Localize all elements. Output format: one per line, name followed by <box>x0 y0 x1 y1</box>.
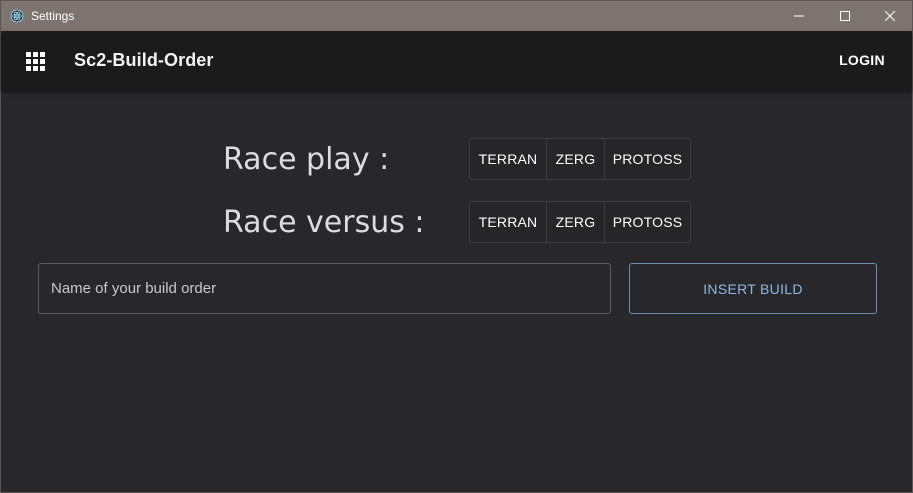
minimize-button[interactable] <box>776 1 822 31</box>
race-versus-zerg-button[interactable]: ZERG <box>547 202 605 242</box>
race-versus-terran-button[interactable]: TERRAN <box>470 202 547 242</box>
window-title: Settings <box>31 9 75 23</box>
close-icon <box>885 11 895 21</box>
race-versus-label: Race versus : <box>223 205 425 240</box>
minimize-icon <box>794 15 804 17</box>
apps-grid-icon[interactable] <box>26 52 45 71</box>
build-name-field <box>38 263 611 314</box>
maximize-icon <box>840 11 850 21</box>
race-versus-toggle-group: TERRAN ZERG PROTOSS <box>469 201 691 243</box>
race-play-label: Race play : <box>223 142 390 177</box>
build-name-input[interactable] <box>39 264 610 313</box>
race-versus-protoss-button[interactable]: PROTOSS <box>605 202 690 242</box>
race-play-zerg-button[interactable]: ZERG <box>547 139 605 179</box>
race-play-protoss-button[interactable]: PROTOSS <box>605 139 690 179</box>
app-title: Sc2-Build-Order <box>74 50 214 70</box>
window-titlebar[interactable]: Settings <box>1 1 912 31</box>
login-button[interactable]: LOGIN <box>827 45 897 75</box>
electron-icon <box>10 9 24 23</box>
race-play-toggle-group: TERRAN ZERG PROTOSS <box>469 138 691 180</box>
maximize-button[interactable] <box>822 1 868 31</box>
app-window: Settings Sc2-Build-Order LOGIN Race play… <box>0 0 913 493</box>
race-play-terran-button[interactable]: TERRAN <box>470 139 547 179</box>
insert-build-button[interactable]: INSERT BUILD <box>629 263 877 314</box>
app-header: Sc2-Build-Order LOGIN <box>1 31 912 90</box>
close-button[interactable] <box>867 1 913 31</box>
